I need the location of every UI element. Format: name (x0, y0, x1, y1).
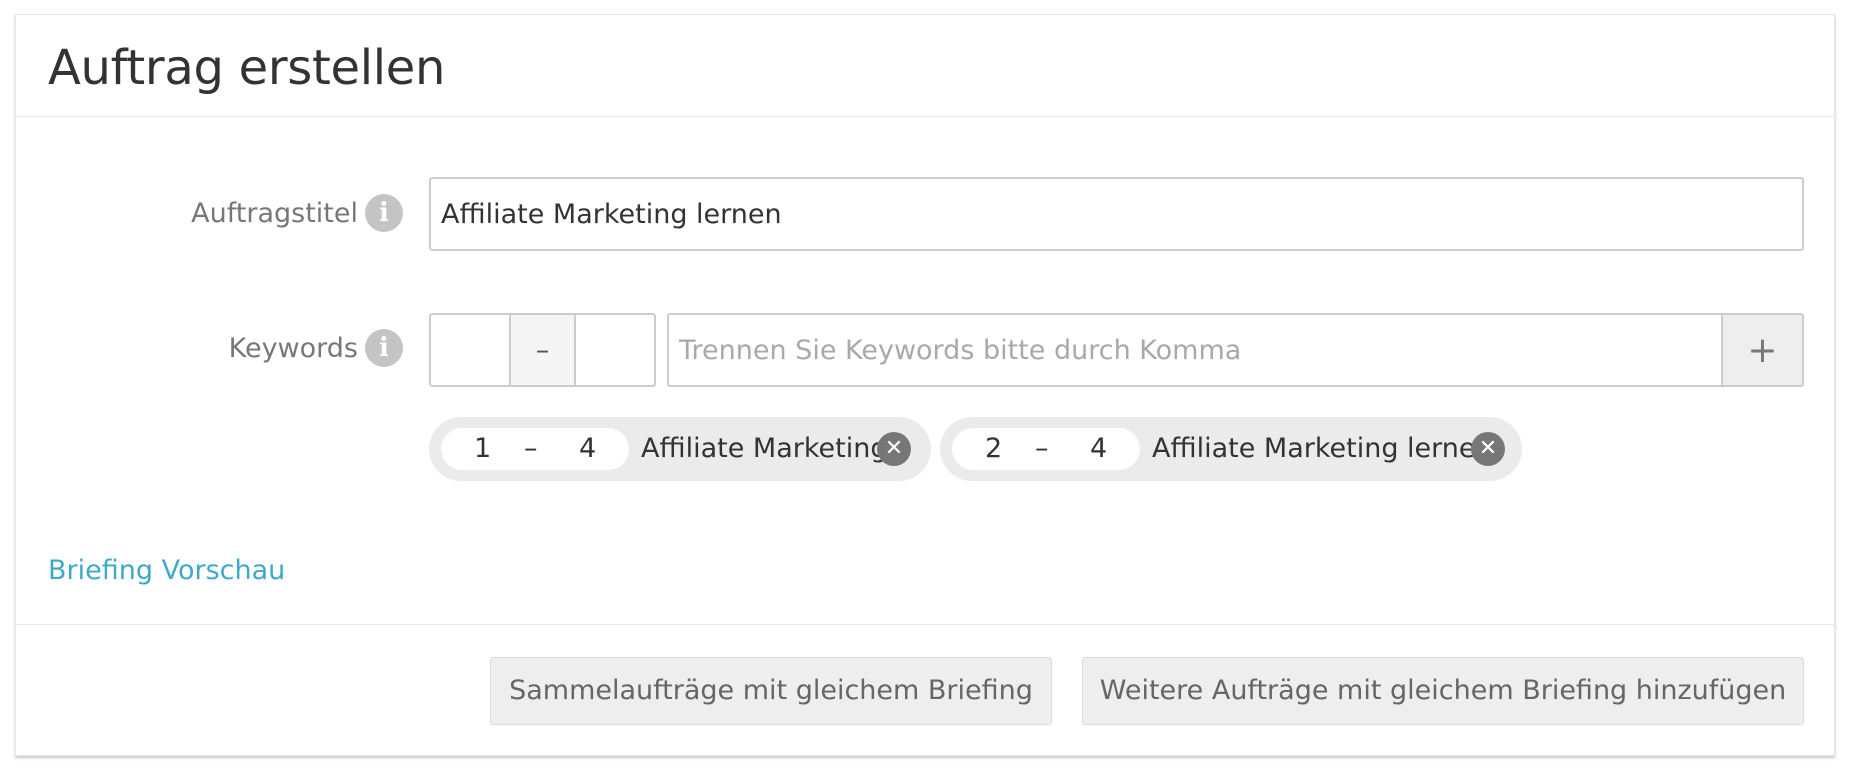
info-icon[interactable]: i (365, 329, 403, 367)
create-order-panel: Auftrag erstellen Auftragstitel i Keywor… (15, 14, 1835, 756)
info-icon[interactable]: i (365, 194, 403, 232)
chip-range-min: 2 (985, 433, 1003, 464)
chip-range[interactable]: 2 – 4 (952, 428, 1140, 470)
order-title-label: Auftragstitel (191, 198, 358, 229)
chip-range-dash: – (1035, 433, 1049, 464)
range-min-input[interactable] (431, 315, 509, 385)
briefing-preview-link[interactable]: Briefing Vorschau (48, 555, 285, 586)
keywords-input[interactable] (667, 313, 1722, 387)
range-separator: – (509, 315, 576, 385)
chip-range-max: 4 (1090, 433, 1108, 464)
chip-range-max: 4 (579, 433, 597, 464)
add-keyword-button[interactable]: + (1721, 313, 1804, 387)
keyword-chip: 2 – 4 Affiliate Marketing lernen ✕ (940, 417, 1522, 481)
footer-divider (16, 624, 1834, 625)
close-icon[interactable]: ✕ (877, 432, 911, 466)
plus-icon: + (1747, 329, 1778, 371)
keywords-label: Keywords (228, 333, 358, 364)
range-max-input[interactable] (576, 315, 654, 385)
panel-header: Auftrag erstellen (16, 15, 1834, 117)
close-icon[interactable]: ✕ (1471, 432, 1505, 466)
order-title-input[interactable] (429, 177, 1804, 251)
keyword-chip: 1 – 4 Affiliate Marketing ✕ (429, 417, 931, 481)
chip-label: Affiliate Marketing lernen (1152, 433, 1493, 464)
page-title: Auftrag erstellen (48, 40, 446, 96)
chip-range-dash: – (524, 433, 538, 464)
bulk-orders-button[interactable]: Sammelaufträge mit gleichem Briefing (490, 657, 1052, 725)
chip-label: Affiliate Marketing (641, 433, 888, 464)
chip-range[interactable]: 1 – 4 (441, 428, 629, 470)
add-more-orders-button[interactable]: Weitere Aufträge mit gleichem Briefing h… (1082, 657, 1804, 725)
keyword-range-group: – (429, 313, 656, 387)
chip-range-min: 1 (474, 433, 492, 464)
